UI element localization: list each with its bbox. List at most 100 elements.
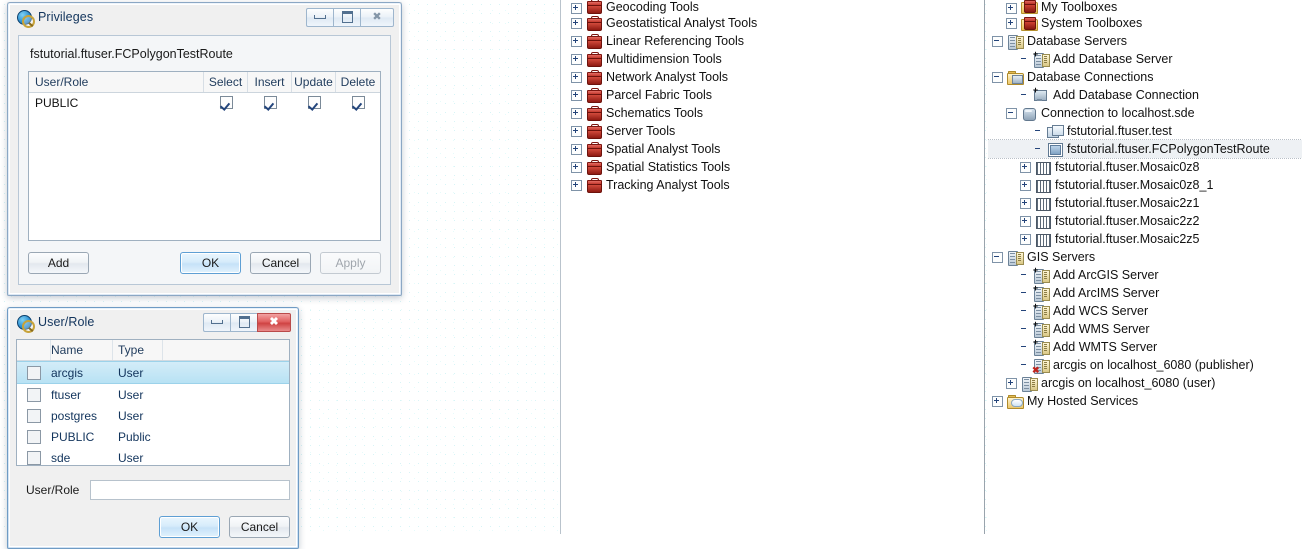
expand-plus-icon[interactable] (1020, 179, 1031, 191)
user-role-list-item[interactable]: ftuser User (17, 384, 289, 405)
toolbox-item[interactable]: Network Analyst Tools (561, 68, 984, 86)
maximize-icon[interactable] (230, 312, 257, 332)
user-role-row-checkbox-cell[interactable] (17, 450, 51, 465)
user-role-titlebar[interactable]: User/Role ✖ (10, 310, 296, 334)
toolbox-item[interactable]: Geostatistical Analyst Tools (561, 14, 984, 32)
toolbox-item[interactable]: Parcel Fabric Tools (561, 86, 984, 104)
catalog-item[interactable]: System Toolboxes (988, 14, 1302, 32)
catalog-item[interactable]: fstutorial.ftuser.Mosaic0z8 (988, 158, 1302, 176)
expand-plus-icon[interactable] (992, 395, 1003, 407)
catalog-item[interactable]: + Add Database Connection (988, 85, 1302, 104)
cancel-button[interactable]: Cancel (250, 252, 311, 274)
toolbox-item[interactable]: Multidimension Tools (561, 50, 984, 68)
privileges-cell-insert[interactable] (248, 96, 292, 109)
user-role-list[interactable]: Name Type arcgis User ftuser User postgres Us… (16, 339, 290, 466)
privileges-cell-delete[interactable] (336, 96, 380, 109)
column-header-select[interactable]: Select (204, 72, 248, 92)
toolbox-item[interactable]: Spatial Analyst Tools (561, 140, 984, 158)
collapse-minus-icon[interactable] (992, 35, 1003, 47)
catalog-item[interactable]: + Add WMTS Server (988, 337, 1302, 356)
catalog-item[interactable]: ✖ arcgis on localhost_6080 (publisher) (988, 356, 1302, 374)
user-role-list-item[interactable]: arcgis User (17, 361, 289, 384)
expand-plus-icon[interactable] (1020, 197, 1031, 209)
expand-plus-icon[interactable] (571, 71, 582, 83)
expand-plus-icon[interactable] (571, 3, 582, 14)
privileges-grid[interactable]: User/Role Select Insert Update Delete PU… (28, 71, 381, 241)
user-role-list-item[interactable]: PUBLIC Public (17, 426, 289, 447)
catalog-item[interactable]: fstutorial.ftuser.Mosaic2z5 (988, 230, 1302, 248)
catalog-item[interactable]: Database Connections (988, 68, 1302, 86)
column-header-checkbox[interactable] (17, 340, 51, 360)
toolbox-item[interactable]: Geocoding Tools (561, 0, 984, 14)
checkbox-icon[interactable] (27, 387, 41, 402)
minimize-icon[interactable] (306, 7, 333, 27)
user-role-row-checkbox-cell[interactable] (17, 387, 51, 402)
catalog-item[interactable]: + Add WMS Server (988, 319, 1302, 338)
user-role-list-item[interactable]: sde User (17, 447, 289, 465)
catalog-item[interactable]: fstutorial.ftuser.Mosaic2z1 (988, 194, 1302, 212)
privileges-titlebar[interactable]: Privileges ✖ (10, 5, 399, 29)
expand-plus-icon[interactable] (1020, 215, 1031, 227)
checkbox-icon[interactable] (27, 365, 41, 380)
checkbox-insert-icon[interactable] (263, 96, 277, 109)
user-role-input[interactable] (90, 480, 290, 500)
expand-plus-icon[interactable] (571, 179, 582, 191)
close-icon[interactable]: ✖ (360, 7, 394, 27)
column-header-name[interactable]: Name (51, 340, 113, 360)
checkbox-icon[interactable] (27, 429, 41, 444)
collapse-minus-icon[interactable] (992, 251, 1003, 263)
privileges-cell-select[interactable] (204, 96, 248, 109)
minimize-icon[interactable] (203, 312, 230, 332)
toolbox-item[interactable]: Linear Referencing Tools (561, 32, 984, 50)
column-header-type[interactable]: Type (113, 340, 163, 360)
catalog-item[interactable]: + Add WCS Server (988, 301, 1302, 320)
expand-plus-icon[interactable] (1006, 17, 1017, 29)
ok-button[interactable]: OK (159, 516, 220, 538)
maximize-icon[interactable] (333, 7, 360, 27)
catalog-item[interactable]: arcgis on localhost_6080 (user) (988, 374, 1302, 392)
expand-plus-icon[interactable] (571, 35, 582, 47)
catalog-item[interactable]: + Add ArcIMS Server (988, 283, 1302, 302)
privileges-cell-update[interactable] (292, 96, 336, 109)
expand-plus-icon[interactable] (571, 17, 582, 29)
toolbox-item[interactable]: Spatial Statistics Tools (561, 158, 984, 176)
catalog-item[interactable]: fstutorial.ftuser.FCPolygonTestRoute (988, 139, 1302, 159)
user-role-row-checkbox-cell[interactable] (17, 365, 51, 380)
user-role-row-checkbox-cell[interactable] (17, 408, 51, 423)
toolbox-item[interactable]: Server Tools (561, 122, 984, 140)
checkbox-icon[interactable] (27, 408, 41, 423)
catalog-item[interactable]: My Toolboxes (988, 0, 1302, 14)
privileges-row[interactable]: PUBLIC (29, 93, 380, 112)
expand-plus-icon[interactable] (1006, 3, 1017, 14)
column-header-delete[interactable]: Delete (336, 72, 380, 92)
expand-plus-icon[interactable] (1020, 233, 1031, 245)
catalog-item[interactable]: + Add ArcGIS Server (988, 265, 1302, 284)
column-header-insert[interactable]: Insert (248, 72, 292, 92)
expand-plus-icon[interactable] (1020, 161, 1031, 173)
catalog-item[interactable]: GIS Servers (988, 248, 1302, 266)
toolbox-item[interactable]: Tracking Analyst Tools (561, 176, 984, 194)
catalog-item[interactable]: Connection to localhost.sde (988, 104, 1302, 122)
column-header-update[interactable]: Update (292, 72, 336, 92)
expand-plus-icon[interactable] (571, 89, 582, 101)
close-icon[interactable]: ✖ (257, 312, 291, 332)
expand-plus-icon[interactable] (571, 161, 582, 173)
catalog-item[interactable]: + Add Database Server (988, 49, 1302, 68)
checkbox-select-icon[interactable] (219, 96, 233, 109)
catalog-item[interactable]: My Hosted Services (988, 392, 1302, 410)
collapse-minus-icon[interactable] (992, 71, 1003, 83)
catalog-item[interactable]: fstutorial.ftuser.Mosaic2z2 (988, 212, 1302, 230)
expand-plus-icon[interactable] (1006, 377, 1017, 389)
catalog-item[interactable]: fstutorial.ftuser.test (988, 122, 1302, 140)
catalog-item[interactable]: fstutorial.ftuser.Mosaic0z8_1 (988, 176, 1302, 194)
catalog-item[interactable]: Database Servers (988, 32, 1302, 50)
checkbox-update-icon[interactable] (307, 96, 321, 109)
user-role-row-checkbox-cell[interactable] (17, 429, 51, 444)
checkbox-delete-icon[interactable] (351, 96, 365, 109)
expand-plus-icon[interactable] (571, 53, 582, 65)
collapse-minus-icon[interactable] (1006, 107, 1017, 119)
ok-button[interactable]: OK (180, 252, 241, 274)
expand-plus-icon[interactable] (571, 107, 582, 119)
expand-plus-icon[interactable] (571, 143, 582, 155)
user-role-list-item[interactable]: postgres User (17, 405, 289, 426)
